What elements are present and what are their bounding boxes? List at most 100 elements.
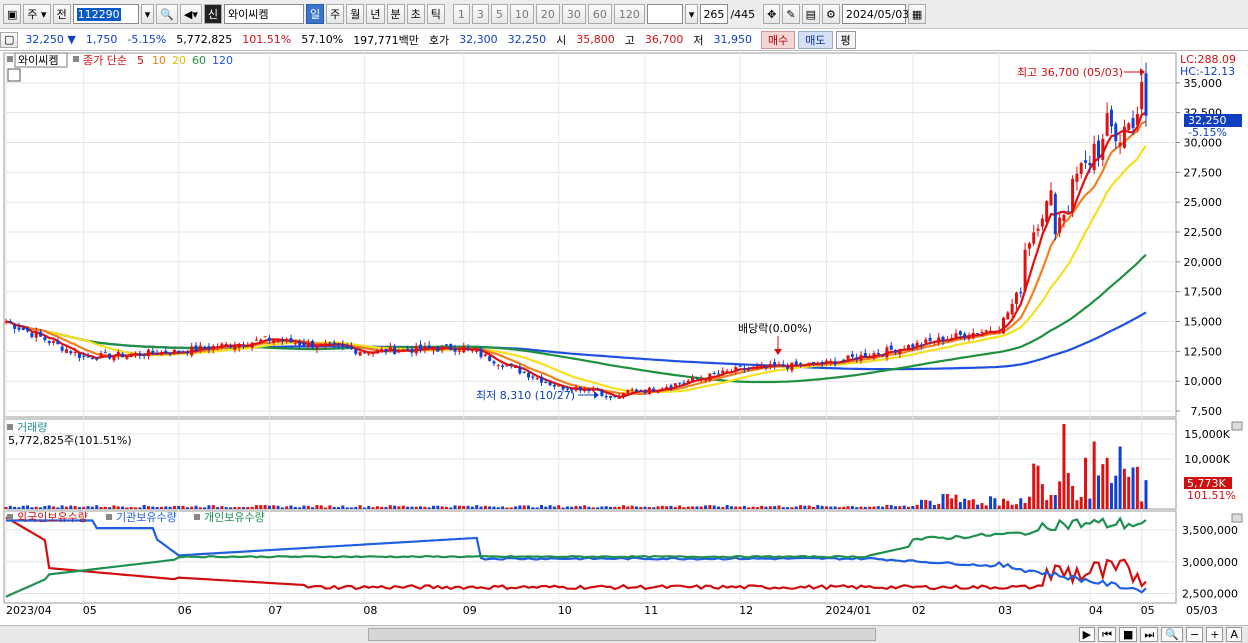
- tab-period-second[interactable]: 초: [406, 4, 425, 24]
- holding-close-icon[interactable]: [1231, 513, 1243, 523]
- interval-10[interactable]: 10: [509, 4, 534, 24]
- interval-120[interactable]: 120: [613, 4, 645, 24]
- tab-period-month[interactable]: 월: [346, 4, 365, 24]
- candle-body: [1010, 303, 1014, 315]
- date-input[interactable]: 2024/05/03: [841, 4, 909, 24]
- sell-button[interactable]: 매도: [798, 30, 833, 49]
- candle-body: [285, 338, 289, 340]
- candle-body: [134, 352, 138, 355]
- prev-button[interactable]: 전: [52, 4, 71, 24]
- volume-bar: [155, 506, 159, 509]
- tab-period-minute[interactable]: 분: [386, 4, 405, 24]
- volume-bar: [678, 505, 682, 509]
- new-badge: 신: [203, 4, 223, 24]
- volume-bar: [1114, 475, 1118, 509]
- interval-1[interactable]: 1: [452, 4, 470, 24]
- interval-custom-input[interactable]: [646, 4, 683, 24]
- interval-5[interactable]: 5: [490, 4, 508, 24]
- layout-icon[interactable]: ▣: [3, 4, 22, 24]
- stop-icon[interactable]: ■: [1119, 627, 1138, 642]
- chart-svg[interactable]: 35,00032,50030,00027,50025,00022,50020,0…: [0, 51, 1248, 625]
- candle-body: [980, 331, 984, 333]
- volume-bar: [1053, 494, 1057, 509]
- price-tick-label: 22,500: [1184, 226, 1223, 239]
- eval-button[interactable]: 평: [835, 30, 856, 49]
- volume-ratio: 101.51%: [242, 33, 292, 46]
- candle-body: [289, 338, 293, 343]
- candle-body: [414, 345, 418, 354]
- zoom-icon[interactable]: 🔍: [1161, 627, 1184, 642]
- x-tick-label: 04: [1089, 604, 1103, 617]
- low-annotation: 최저 8,310 (10/27): [476, 389, 575, 402]
- tab-period-tick[interactable]: 틱: [426, 4, 445, 24]
- volume-bar: [1131, 467, 1135, 509]
- stock-name-field[interactable]: 와이씨켐: [224, 4, 305, 24]
- volume-bar: [466, 505, 470, 509]
- calendar-icon[interactable]: ▦: [907, 4, 927, 24]
- chart-scrollbar[interactable]: ▶ ⏮ ■ ⏭ 🔍 − + A: [0, 625, 1248, 643]
- cross-icon[interactable]: ✥: [763, 4, 781, 24]
- candle-body: [64, 349, 68, 353]
- candle-body: [375, 349, 379, 354]
- candle-body: [820, 361, 824, 364]
- interval-20[interactable]: 20: [535, 4, 560, 24]
- scroll-thumb[interactable]: [368, 628, 876, 641]
- volume-bar: [859, 506, 863, 509]
- interval-3[interactable]: 3: [471, 4, 489, 24]
- save-icon[interactable]: ▤: [801, 4, 820, 24]
- speaker-icon[interactable]: ◀▾: [179, 4, 202, 24]
- volume-bar: [868, 506, 872, 509]
- candle-body: [691, 377, 695, 383]
- candle-body: [26, 327, 30, 332]
- buy-button[interactable]: 매수: [761, 30, 796, 49]
- stock-code-input[interactable]: 112290: [72, 4, 139, 24]
- volume-bar: [755, 507, 759, 509]
- volume-bar: [535, 507, 539, 509]
- volume-bar: [639, 506, 643, 509]
- candle-body: [159, 352, 163, 355]
- interval-dropdown-icon[interactable]: ▾: [684, 4, 699, 24]
- candle-body: [647, 387, 651, 394]
- ask-price: 32,300: [459, 33, 498, 46]
- volume-bar: [203, 507, 207, 509]
- volume-bar: [138, 507, 142, 509]
- volume-bar: [928, 500, 932, 509]
- last-icon[interactable]: ⏭: [1140, 627, 1159, 642]
- tab-period-week[interactable]: 주: [326, 4, 345, 24]
- volume-bar: [432, 505, 435, 509]
- draw-icon[interactable]: ✎: [782, 4, 800, 24]
- candle-body: [963, 333, 967, 339]
- candle-body: [522, 371, 526, 373]
- interval-30[interactable]: 30: [561, 4, 586, 24]
- market-select[interactable]: 주 ▾: [23, 4, 51, 24]
- search-icon[interactable]: 🔍: [156, 4, 178, 24]
- candle-body: [1084, 160, 1088, 163]
- candle-body: [328, 342, 332, 344]
- font-icon[interactable]: A: [1226, 627, 1242, 642]
- volume-bar: [531, 507, 535, 509]
- gear-icon[interactable]: ⚙: [821, 4, 840, 24]
- candle-body: [954, 333, 958, 339]
- chart-area[interactable]: 35,000 32,500 30,000 27,500 25,000 22,500 20,0…: [0, 51, 1248, 625]
- count-input[interactable]: 265: [700, 4, 729, 24]
- zoom-out-icon[interactable]: −: [1186, 627, 1204, 642]
- tab-period-day[interactable]: 일: [306, 4, 325, 24]
- scroll-right-icon[interactable]: ▶: [1078, 627, 1096, 642]
- volume-bar: [1140, 501, 1144, 509]
- table-icon[interactable]: [7, 68, 21, 82]
- info-toggle-icon[interactable]: ▢: [0, 31, 19, 48]
- price-tick-label: 35,000: [1184, 77, 1223, 90]
- zoom-in-icon[interactable]: +: [1206, 627, 1224, 642]
- candle-body: [1040, 218, 1044, 227]
- interval-60[interactable]: 60: [587, 4, 612, 24]
- tab-period-year[interactable]: 년: [366, 4, 385, 24]
- volume-bar: [842, 506, 846, 509]
- first-icon[interactable]: ⏮: [1098, 627, 1117, 642]
- candle-body: [889, 345, 893, 350]
- volume-close-icon[interactable]: [1231, 421, 1243, 431]
- volume-bar: [73, 506, 77, 509]
- candle-body: [812, 361, 815, 363]
- candle-body: [367, 353, 371, 355]
- code-dropdown-icon[interactable]: ▾: [140, 4, 155, 24]
- volume-bar: [419, 506, 423, 509]
